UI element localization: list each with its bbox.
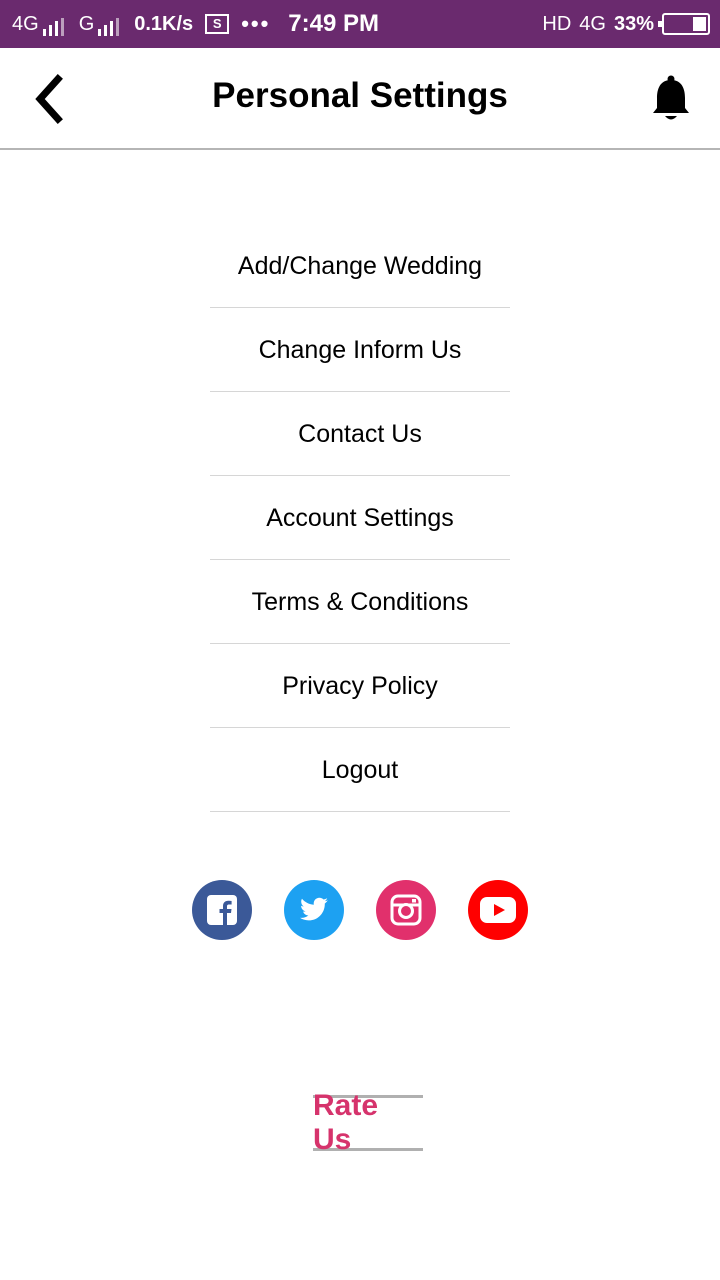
twitter-button[interactable] bbox=[284, 880, 344, 940]
status-bar: 4G G 0.1K/s S ••• 7:49 PM HD 4G 33% bbox=[0, 0, 720, 48]
instagram-icon bbox=[390, 894, 422, 926]
page-title: Personal Settings bbox=[212, 76, 508, 115]
menu-item-privacy-policy[interactable]: Privacy Policy bbox=[210, 644, 510, 728]
network-type-label: G bbox=[78, 12, 95, 35]
more-notifications-icon: ••• bbox=[241, 11, 271, 36]
bell-icon bbox=[653, 75, 689, 120]
youtube-icon bbox=[480, 897, 516, 923]
social-links bbox=[192, 880, 528, 940]
notifications-button[interactable] bbox=[650, 74, 692, 124]
menu-item-contact-us[interactable]: Contact Us bbox=[210, 392, 510, 476]
menu-item-change-inform-us[interactable]: Change Inform Us bbox=[210, 308, 510, 392]
instagram-button[interactable] bbox=[376, 880, 436, 940]
menu-item-add-change-wedding[interactable]: Add/Change Wedding bbox=[210, 224, 510, 308]
network-4g-indicator: 4G bbox=[579, 12, 606, 35]
signal-bars-icon bbox=[98, 17, 122, 36]
twitter-icon bbox=[299, 897, 328, 921]
status-left: 4G G 0.1K/s S ••• 7:49 PM bbox=[12, 10, 391, 38]
signal-4g: 4G bbox=[12, 13, 67, 36]
signal-g: G bbox=[79, 13, 123, 36]
app-header: Personal Settings bbox=[0, 48, 720, 150]
clock: 7:49 PM bbox=[288, 10, 379, 37]
facebook-button[interactable] bbox=[192, 880, 252, 940]
network-speed: 0.1K/s bbox=[134, 12, 194, 35]
youtube-button[interactable] bbox=[468, 880, 528, 940]
network-type-label: 4G bbox=[12, 12, 39, 35]
hd-indicator: HD bbox=[542, 12, 572, 35]
signal-bars-icon bbox=[42, 17, 67, 36]
status-right: HD 4G 33% bbox=[534, 13, 710, 36]
screenshot-icon: S bbox=[205, 14, 230, 34]
menu-item-terms-conditions[interactable]: Terms & Conditions bbox=[210, 560, 510, 644]
menu-item-account-settings[interactable]: Account Settings bbox=[210, 476, 510, 560]
rate-us-section: Rate Us bbox=[313, 1089, 423, 1156]
menu-item-logout[interactable]: Logout bbox=[210, 728, 510, 812]
facebook-icon bbox=[207, 895, 237, 925]
battery-percent: 33% bbox=[613, 12, 654, 35]
settings-menu: Add/Change Wedding Change Inform Us Cont… bbox=[210, 224, 510, 812]
rate-us-button[interactable]: Rate Us bbox=[313, 1089, 423, 1156]
battery-icon bbox=[658, 13, 710, 35]
